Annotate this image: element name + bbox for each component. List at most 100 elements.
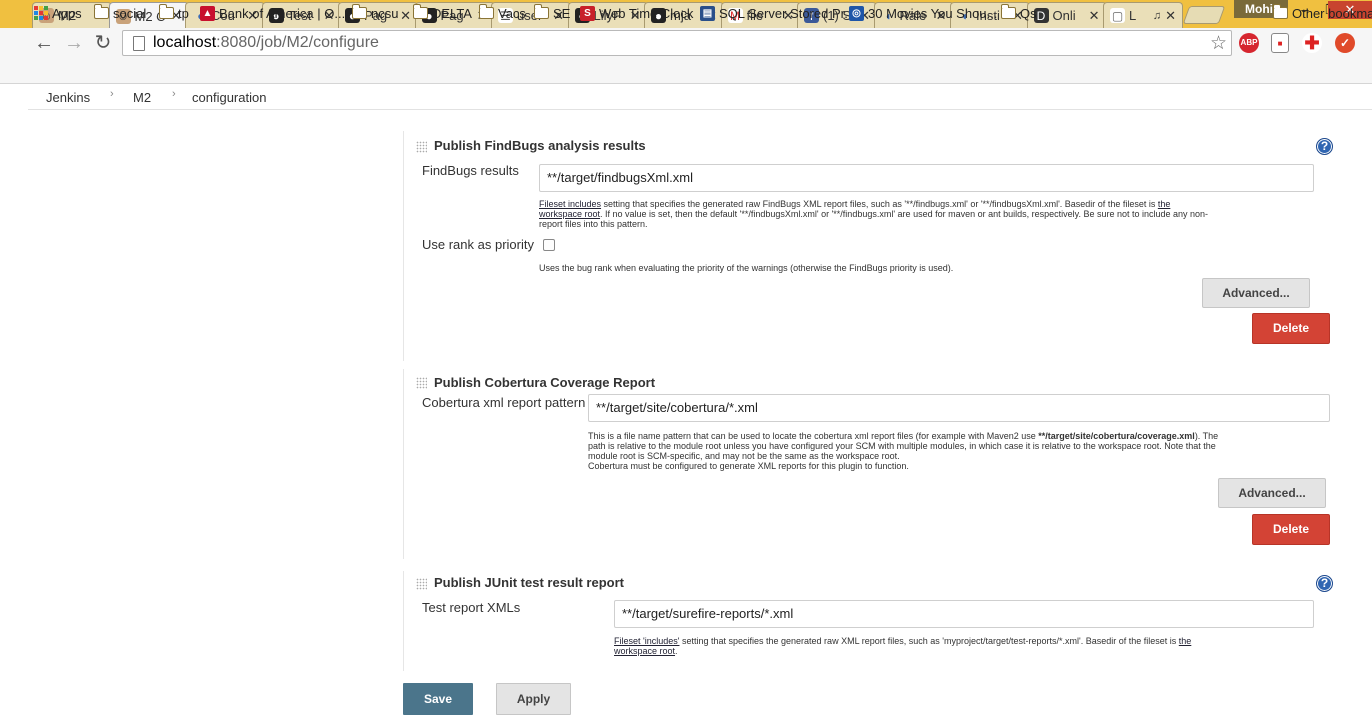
help-icon[interactable]: ? (1316, 138, 1333, 155)
help-text: . (675, 646, 678, 656)
findbugs-section: Publish FindBugs analysis results ? Find… (403, 131, 1345, 361)
tab-title: Onli (1052, 8, 1076, 23)
findbugs-results-label: FindBugs results (422, 163, 519, 178)
bookmark-item[interactable]: ncsu (351, 4, 399, 22)
cobertura-section: Publish Cobertura Coverage Report Cobert… (403, 369, 1345, 559)
findbugs-advanced-button[interactable]: Advanced... (1202, 278, 1310, 308)
bookmark-item[interactable]: ▲ Bank of America | O... (200, 4, 345, 22)
page-icon (133, 35, 145, 51)
bookmarks-bar (0, 58, 1372, 84)
other-bookmarks[interactable]: Other bookma (1272, 4, 1372, 22)
junit-section: Publish JUnit test result report ? Test … (403, 571, 1345, 671)
bookmark-label: SE (553, 5, 571, 21)
tab[interactable]: D Onli ✕ (1026, 2, 1107, 28)
adblock-icon[interactable]: ABP (1239, 33, 1259, 53)
junit-xmls-label: Test report XMLs (422, 600, 521, 615)
menu-extension-icon[interactable]: ✓ (1335, 33, 1355, 53)
cobertura-advanced-button[interactable]: Advanced... (1218, 478, 1326, 508)
cobertura-pattern-help: This is a file name pattern that can be … (588, 431, 1333, 471)
new-tab-button[interactable] (1182, 6, 1226, 24)
close-tab-icon[interactable]: ✕ (400, 8, 411, 24)
address-bar[interactable]: localhost:8080/job/M2/configure ☆ (122, 30, 1232, 56)
audio-icon: ♫ (1152, 9, 1162, 22)
url-path: :8080/job/M2/configure (216, 34, 379, 51)
bookmark-item[interactable]: DELTA (412, 4, 472, 22)
close-tab-icon[interactable]: ✕ (1089, 8, 1100, 24)
bookmark-label: ncsu (371, 5, 399, 21)
drag-handle-icon[interactable] (416, 377, 427, 389)
use-rank-label: Use rank as priority (422, 237, 534, 252)
help-text: ). The (1194, 431, 1219, 441)
apply-button[interactable]: Apply (496, 683, 571, 715)
junit-xmls-help: Fileset 'includes' setting that specifie… (614, 636, 1319, 656)
bookmark-label: Qs (1020, 5, 1037, 21)
bookmark-item[interactable]: S Web Time Clock (580, 4, 693, 22)
folder-icon (158, 4, 174, 19)
junit-xmls-input[interactable]: **/target/surefire-reports/*.xml (614, 600, 1314, 628)
bookmark-label: tp (178, 5, 189, 21)
bottom-sticker (0, 671, 1372, 728)
findbugs-results-input[interactable]: **/target/findbugsXml.xml (539, 164, 1314, 192)
fileset-includes-link[interactable]: Fileset 'includes' (614, 636, 679, 646)
drag-handle-icon[interactable] (416, 141, 427, 153)
bookmark-item[interactable]: Vacs (478, 4, 526, 22)
chevron-right-icon[interactable]: › (110, 88, 114, 100)
bookmark-item[interactable]: ▤ SQL Server Stored Pr... (700, 4, 855, 22)
folder-icon (1000, 4, 1016, 19)
save-button[interactable]: Save (403, 683, 473, 715)
other-bookmarks-label: Other bookma (1292, 5, 1372, 21)
fileset-includes-link[interactable]: Fileset includes (539, 199, 601, 209)
close-tab-icon[interactable]: ✕ (1165, 8, 1176, 24)
tab-title: L (1129, 8, 1137, 23)
junit-title: Publish JUnit test result report (434, 575, 624, 590)
bookmark-label: Apps (52, 5, 82, 21)
cobertura-pattern-input[interactable]: **/target/site/cobertura/*.xml (588, 394, 1330, 422)
help-text: Cobertura must be configured to generate… (588, 461, 909, 471)
folder-icon (412, 4, 428, 19)
side-panel (28, 111, 400, 671)
bookmark-star-icon[interactable]: ☆ (1210, 32, 1227, 55)
chevron-right-icon[interactable]: › (172, 88, 176, 100)
bookmark-item[interactable]: tp (158, 4, 189, 22)
url-text[interactable]: localhost:8080/job/M2/configure (153, 34, 379, 52)
help-example-path: **/target/site/cobertura/coverage.xml (1038, 431, 1195, 441)
help-text: . If no value is set, then the default '… (600, 209, 1209, 219)
bookmark-label: SQL Server Stored Pr... (719, 5, 856, 21)
findbugs-title: Publish FindBugs analysis results (434, 138, 646, 153)
breadcrumb-configuration[interactable]: configuration (192, 90, 266, 105)
help-text: path is relative to the module root unle… (588, 441, 1216, 451)
back-icon[interactable]: ← (32, 31, 56, 55)
breadcrumb-jenkins[interactable]: Jenkins (46, 90, 90, 105)
apps-icon (34, 6, 48, 20)
use-rank-checkbox[interactable] (543, 239, 555, 251)
c-icon: ◎ (849, 5, 864, 21)
tab[interactable]: ▢ L ♫ ✕ (1103, 2, 1183, 28)
cobertura-delete-button[interactable]: Delete (1252, 514, 1330, 545)
breadcrumb: Jenkins › M2 › configuration (28, 84, 1372, 110)
forward-icon[interactable]: → (62, 31, 86, 55)
shield-extension-icon[interactable]: ■ (1271, 33, 1289, 53)
s-icon: S (580, 5, 595, 21)
workspace-root-link[interactable]: the (1158, 199, 1171, 209)
workspace-root-link[interactable]: the (1179, 636, 1192, 646)
drag-handle-icon[interactable] (416, 578, 427, 590)
help-icon[interactable]: ? (1316, 575, 1333, 592)
workspace-root-link[interactable]: workspace root (614, 646, 675, 656)
breadcrumb-m2[interactable]: M2 (133, 90, 151, 105)
bookmark-label: social (113, 5, 147, 21)
plus-extension-icon[interactable]: ✚ (1302, 33, 1322, 53)
reload-icon[interactable]: ↻ (91, 31, 115, 55)
bookmark-item[interactable]: ◎ 30 Movies You Shou... (849, 4, 997, 22)
cobertura-title: Publish Cobertura Coverage Report (434, 375, 656, 390)
bookmark-item[interactable]: Apps (34, 4, 82, 22)
findbugs-delete-button[interactable]: Delete (1252, 313, 1330, 344)
help-text: This is a file name pattern that can be … (588, 431, 1039, 441)
cobertura-pattern-label: Cobertura xml report pattern (422, 395, 586, 410)
sql-icon: ▤ (700, 5, 715, 21)
bookmark-item[interactable]: social (93, 4, 147, 22)
bookmark-item[interactable]: Qs (1000, 4, 1037, 22)
workspace-root-link[interactable]: workspace root (539, 209, 600, 219)
bofa-icon: ▲ (200, 5, 215, 21)
bookmark-label: Web Time Clock (599, 5, 694, 21)
bookmark-item[interactable]: SE (533, 4, 571, 22)
